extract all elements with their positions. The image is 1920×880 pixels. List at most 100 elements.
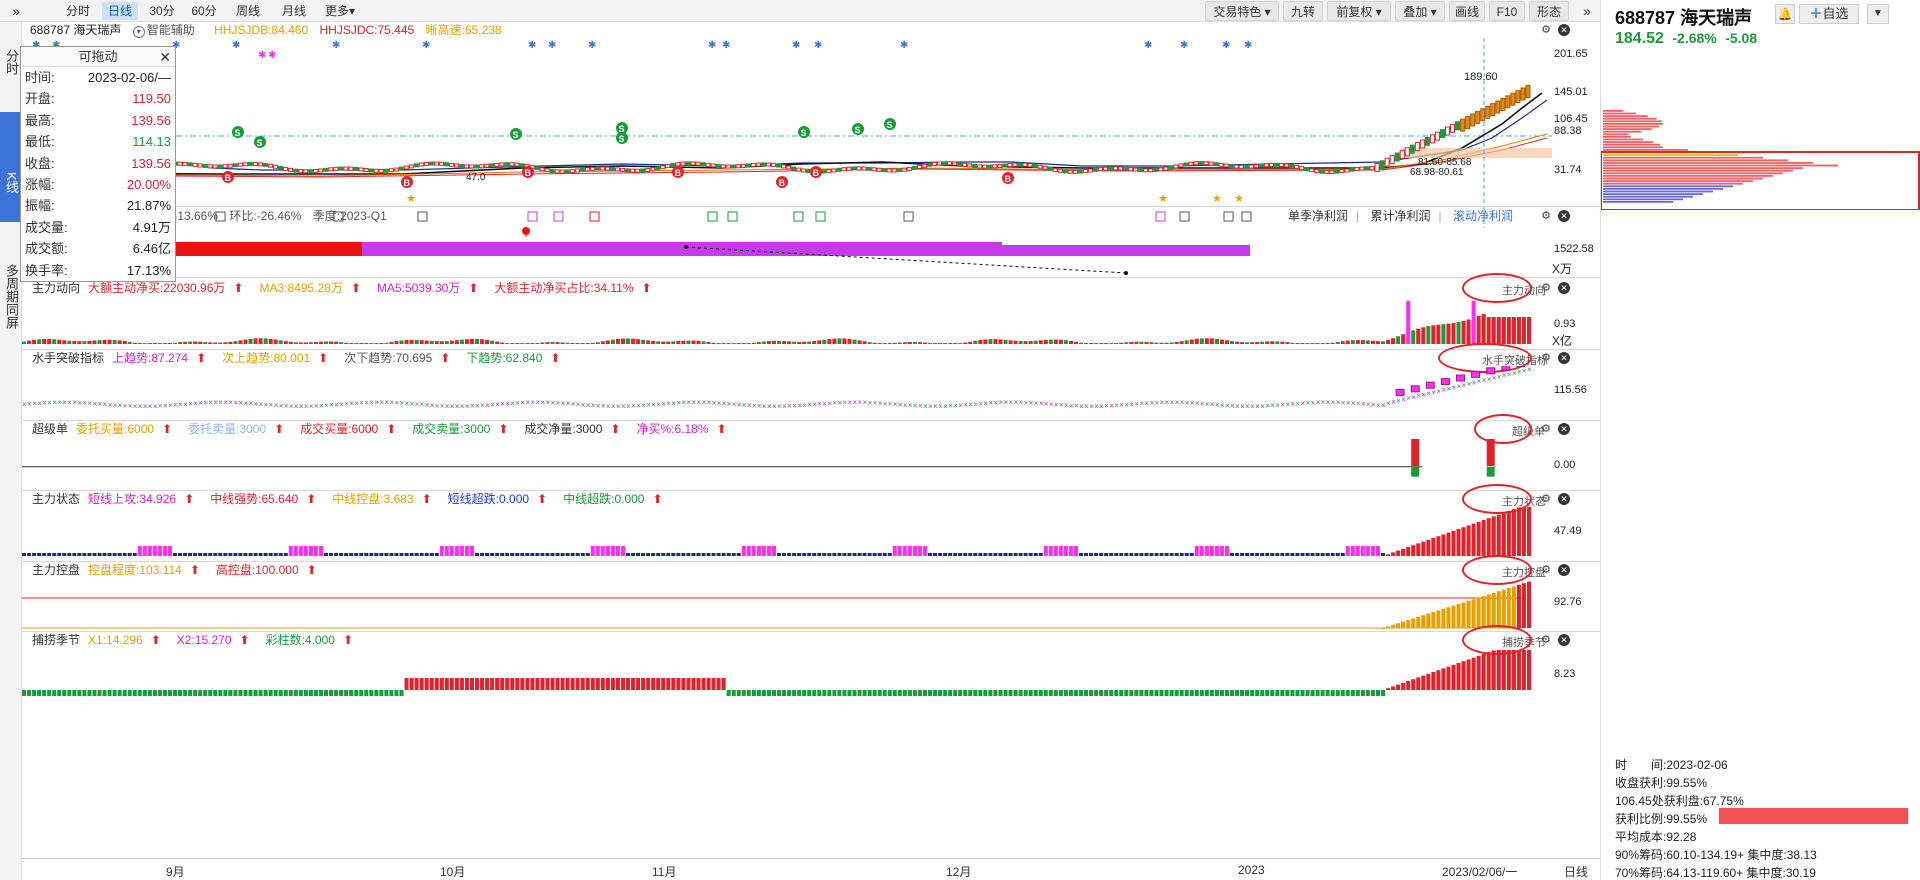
period-indicator[interactable]: 日线 — [1564, 863, 1588, 880]
period-tab-daily[interactable]: 日线 — [102, 2, 138, 20]
bell-icon[interactable]: 🔔 — [1775, 4, 1795, 24]
pattern-button[interactable]: 形态 — [1529, 1, 1569, 21]
bar — [1421, 615, 1426, 628]
event-icon — [815, 211, 826, 222]
bulao-close-icon[interactable]: ✕ — [1558, 634, 1570, 646]
zhuli-dongxiang-gear-icon[interactable]: ⚙ — [1540, 282, 1552, 294]
arrow-up-icon: ⬆ — [318, 351, 329, 365]
bar — [1466, 525, 1471, 556]
trade-feature-dropdown[interactable]: 交易特色 ▾ — [1205, 1, 1279, 21]
bar — [1129, 341, 1134, 344]
zhuli-zhuangtai-gear-icon[interactable]: ⚙ — [1540, 493, 1552, 505]
shuishou-close-icon[interactable]: ✕ — [1558, 352, 1570, 364]
bar — [751, 690, 756, 696]
collapse-right-icon[interactable]: » — [1576, 2, 1598, 20]
chaojidan-name: 超级单 — [32, 422, 69, 436]
bar — [178, 690, 183, 696]
candle — [469, 164, 475, 169]
bar — [1496, 514, 1501, 556]
chip-stat: 收盘获利:99.55% — [1615, 776, 1708, 790]
bar — [32, 339, 37, 344]
bar — [459, 339, 464, 344]
bar — [329, 690, 334, 696]
tab-rolling[interactable]: 滚动净利润 — [1453, 209, 1513, 223]
bar — [324, 341, 329, 344]
bar — [1431, 612, 1436, 628]
add-watchlist-button[interactable]: ＋自选 — [1799, 4, 1859, 24]
bar — [1164, 553, 1169, 556]
top-star-markers: ✱✱✱✱✱✱✱✱✱✱✱✱✱✱✱✱✱✱✱✱ — [32, 40, 1252, 61]
bar — [1018, 553, 1023, 556]
bar — [369, 690, 374, 696]
kline-chart[interactable]: ✱✱✱✱✱✱✱✱✱✱✱✱✱✱✱✱✱✱✱✱ SSBBSBSSBBSBSSB 189… — [22, 38, 1600, 228]
bar — [978, 339, 983, 344]
time-label-2023: 2023 — [1238, 863, 1265, 877]
change: -5.08 — [1725, 30, 1758, 46]
bar — [178, 342, 183, 344]
zhuli-kongpan-gear-icon[interactable]: ⚙ — [1540, 564, 1552, 576]
assist-toggle[interactable]: ▾ 智能辅助 — [132, 23, 203, 38]
candle — [1052, 167, 1058, 172]
chip-bar — [1603, 175, 1773, 177]
shuishou-gear-icon[interactable]: ⚙ — [1540, 352, 1552, 364]
bar — [636, 678, 641, 690]
zhuli-kongpan-close-icon[interactable]: ✕ — [1558, 564, 1570, 576]
candle — [770, 162, 776, 167]
candle — [1057, 168, 1063, 173]
bar — [67, 340, 72, 344]
period-tab-monthly[interactable]: 月线 — [274, 2, 314, 20]
chaojidan-close-icon[interactable]: ✕ — [1558, 423, 1570, 435]
candle — [328, 167, 334, 172]
expand-icon[interactable]: » — [4, 2, 28, 20]
tab-fenshi[interactable]: 分时 — [0, 34, 22, 90]
bar — [434, 553, 439, 556]
tab-cumulative[interactable]: 累计净利润 — [1370, 209, 1430, 223]
draggable-info-box[interactable]: 可拖动 ✕ 时间: 2023-02-06/— 开盘: 119.50 最高: 139.56 最… — [20, 46, 176, 282]
bar — [1245, 553, 1250, 556]
close-icon[interactable]: ✕ — [159, 47, 171, 67]
candle — [1027, 163, 1033, 168]
profit-gear-icon[interactable]: ⚙ — [1540, 210, 1552, 222]
bar — [459, 546, 464, 556]
tab-kline[interactable]: K线 — [0, 112, 22, 222]
bar — [238, 340, 243, 344]
event-icon — [527, 211, 538, 222]
period-more-dropdown[interactable]: 更多▾ — [318, 2, 362, 20]
adjust-dropdown[interactable]: 前复权 ▾ — [1327, 1, 1391, 21]
period-tab-30min[interactable]: 30分 — [144, 2, 180, 20]
kline-close-icon[interactable]: ✕ — [1558, 24, 1570, 36]
time-label-oct: 10月 — [440, 865, 466, 879]
more-dropdown-icon[interactable]: ▼ — [1867, 4, 1889, 24]
tab-multi-period[interactable]: 多周期同屏 — [0, 232, 22, 352]
kline-gear-icon[interactable]: ⚙ — [1540, 24, 1552, 36]
overlay-dropdown[interactable]: 叠加 ▾ — [1395, 1, 1445, 21]
info-box-title[interactable]: 可拖动 ✕ — [21, 47, 175, 67]
period-tab-fenshi[interactable]: 分时 — [60, 2, 96, 20]
jiuzhuan-button[interactable]: 九转 — [1283, 1, 1323, 21]
candle — [418, 162, 424, 167]
zhuli-zhuangtai-axis-label: 47.49 — [1554, 525, 1582, 537]
candle — [449, 162, 455, 167]
period-tab-weekly[interactable]: 周线 — [228, 2, 268, 20]
candle — [745, 163, 751, 168]
bar — [444, 678, 449, 690]
tab-single-quarter[interactable]: 单季净利润 — [1288, 209, 1348, 223]
bar — [444, 341, 449, 344]
bar — [1506, 317, 1511, 344]
svg-text:S: S — [887, 120, 893, 130]
bar — [1139, 690, 1144, 696]
bar — [288, 690, 293, 696]
f10-button[interactable]: F10 — [1489, 1, 1525, 21]
chaojidan-gear-icon[interactable]: ⚙ — [1540, 423, 1552, 435]
info-value: 139.56 — [131, 155, 171, 171]
bar — [761, 546, 766, 556]
period-tab-60min[interactable]: 60分 — [186, 2, 222, 20]
draw-line-button[interactable]: 画线 — [1449, 1, 1485, 21]
bulao-gear-icon[interactable]: ⚙ — [1540, 634, 1552, 646]
profit-close-icon[interactable]: ✕ — [1558, 210, 1570, 222]
zhuli-zhuangtai-close-icon[interactable]: ✕ — [1558, 493, 1570, 505]
candle — [826, 169, 832, 174]
bar — [1199, 546, 1204, 556]
zhuli-dongxiang-close-icon[interactable]: ✕ — [1558, 282, 1570, 294]
candle — [1032, 163, 1038, 168]
